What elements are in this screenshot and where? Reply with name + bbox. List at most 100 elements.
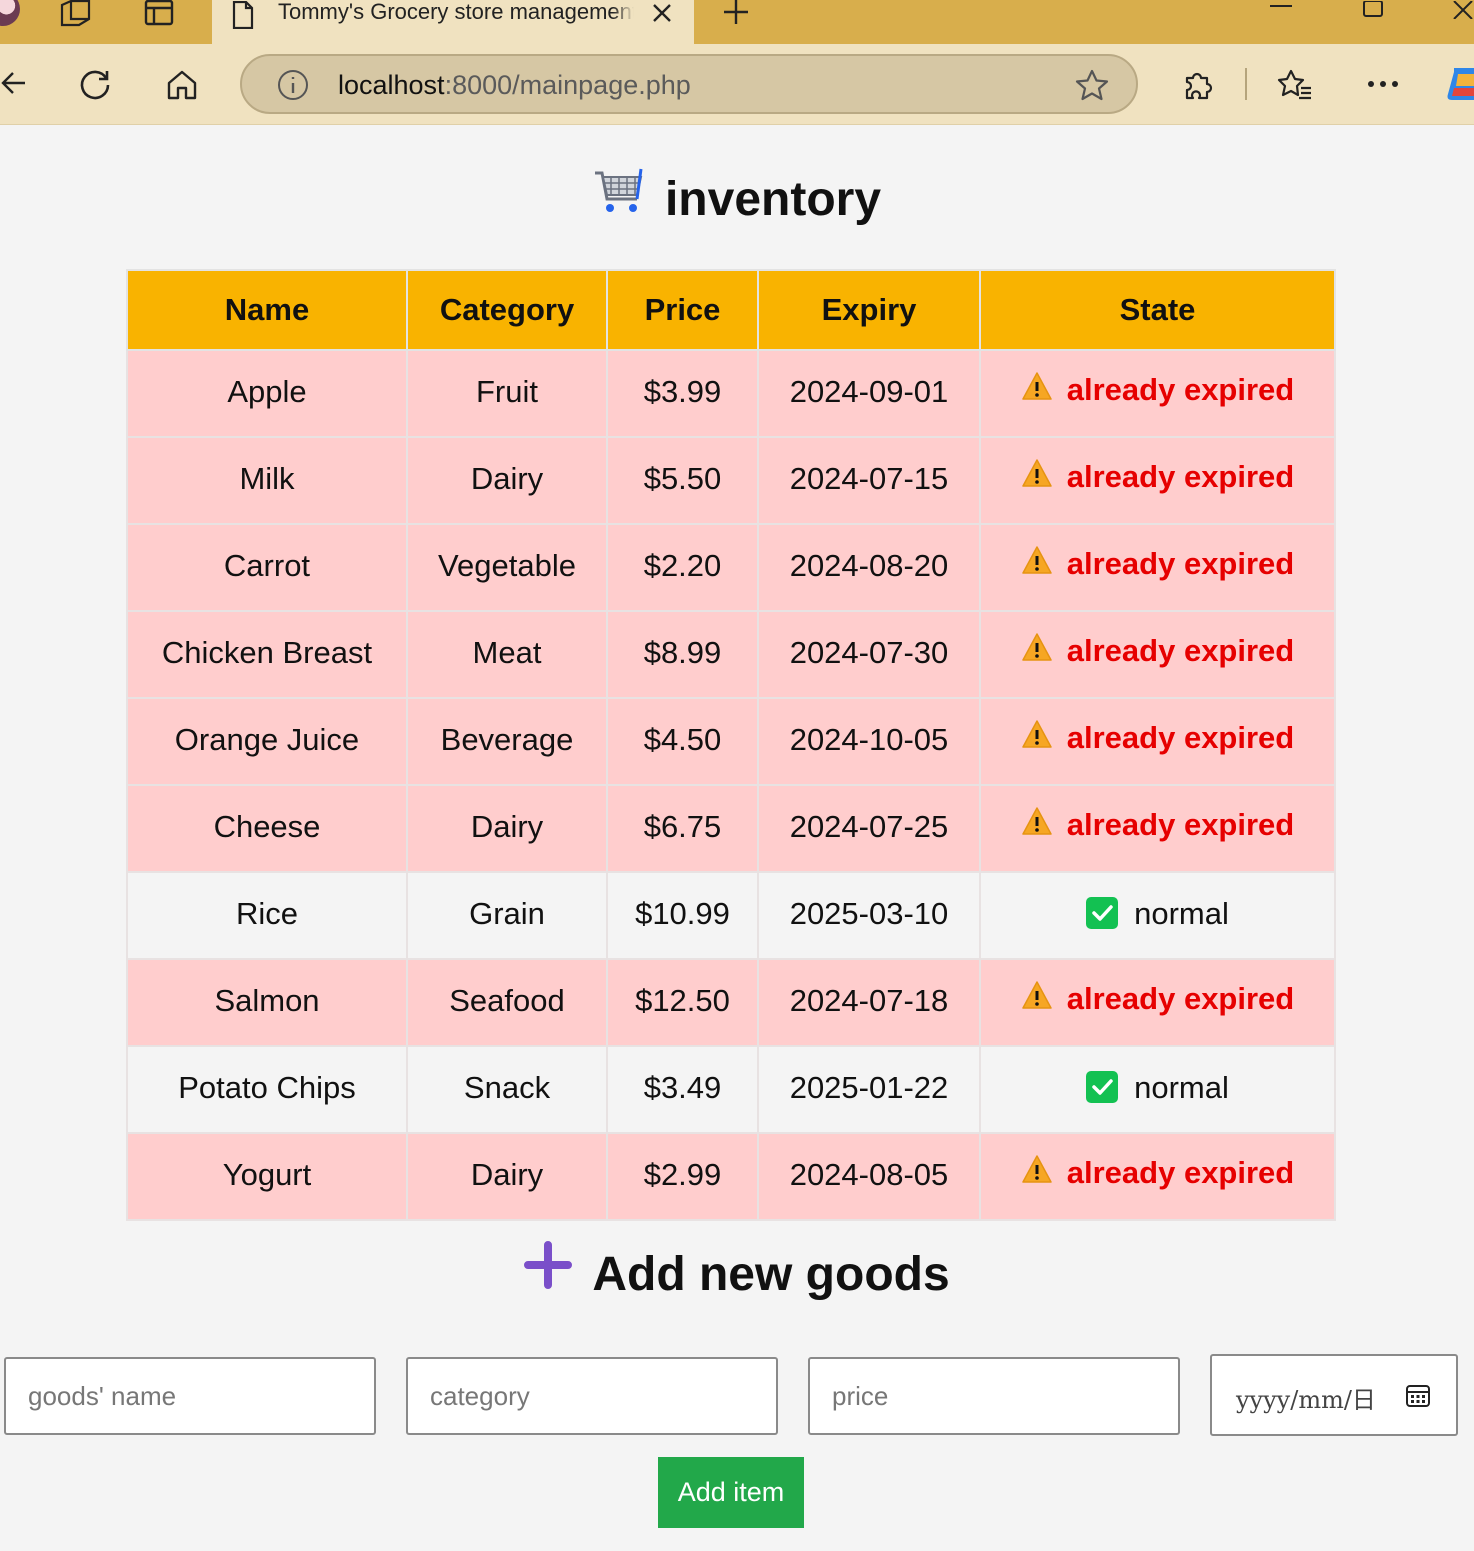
add-goods-title-text: Add new goods bbox=[592, 1248, 950, 1301]
new-tab-icon[interactable] bbox=[720, 0, 752, 26]
cell-category: Fruit bbox=[406, 349, 608, 438]
table-row: Salmon Seafood $12.50 2024-07-18 already exp… bbox=[126, 958, 1336, 1047]
maximize-icon[interactable] bbox=[1360, 0, 1386, 20]
table-row: Orange Juice Beverage $4.50 2024-10-05 alrea… bbox=[126, 697, 1336, 786]
minimize-icon[interactable] bbox=[1268, 0, 1294, 12]
tab-title: Tommy's Grocery store management bbox=[278, 0, 634, 24]
cell-name: Milk bbox=[126, 436, 408, 525]
cell-name: Salmon bbox=[126, 958, 408, 1047]
table-row: Yogurt Dairy $2.99 2024-08-05 already expire… bbox=[126, 1132, 1336, 1221]
cell-price: $3.49 bbox=[606, 1045, 759, 1134]
cell-price: $5.50 bbox=[606, 436, 759, 525]
cell-name: Orange Juice bbox=[126, 697, 408, 786]
workspaces-icon[interactable] bbox=[58, 0, 94, 27]
check-icon bbox=[1086, 897, 1119, 930]
warning-icon bbox=[1021, 458, 1053, 496]
site-info-icon[interactable] bbox=[276, 68, 310, 102]
cell-expiry: 2024-07-15 bbox=[757, 436, 981, 525]
cell-category: Vegetable bbox=[406, 523, 608, 612]
page-title-text: inventory bbox=[664, 173, 882, 226]
vertical-tabs-icon[interactable] bbox=[144, 0, 174, 26]
header-expiry: Expiry bbox=[757, 269, 981, 351]
calendar-icon[interactable] bbox=[1404, 1382, 1432, 1410]
state-label: already expired bbox=[1066, 459, 1295, 495]
warning-icon bbox=[1021, 545, 1053, 583]
cell-name: Chicken Breast bbox=[126, 610, 408, 699]
url-text[interactable]: localhost:8000/mainpage.php bbox=[338, 70, 691, 100]
check-icon bbox=[1086, 1071, 1119, 1104]
header-price: Price bbox=[606, 269, 759, 351]
more-options-icon[interactable] bbox=[1366, 74, 1400, 94]
goods-name-input[interactable] bbox=[4, 1357, 376, 1435]
cell-name: Carrot bbox=[126, 523, 408, 612]
state-label: normal bbox=[1134, 895, 1229, 931]
state-label: already expired bbox=[1066, 633, 1295, 669]
favorites-icon[interactable] bbox=[1276, 67, 1314, 103]
cell-price: $3.99 bbox=[606, 349, 759, 438]
price-input[interactable] bbox=[808, 1357, 1180, 1435]
cell-state: already expired bbox=[979, 436, 1336, 525]
table-header-row: Name Category Price Expiry State bbox=[126, 269, 1336, 351]
page-icon bbox=[230, 0, 256, 30]
copilot-icon[interactable] bbox=[1444, 64, 1474, 104]
inventory-body: Apple Fruit $3.99 2024-09-01 already expired… bbox=[126, 349, 1336, 1221]
cell-name: Yogurt bbox=[126, 1132, 408, 1221]
cell-name: Potato Chips bbox=[126, 1045, 408, 1134]
cell-category: Dairy bbox=[406, 436, 608, 525]
toolbar-divider bbox=[1245, 68, 1247, 100]
cell-state: already expired bbox=[979, 1132, 1336, 1221]
category-input[interactable] bbox=[406, 1357, 778, 1435]
close-tab-icon[interactable] bbox=[650, 0, 674, 26]
cell-price: $2.20 bbox=[606, 523, 759, 612]
cell-state: already expired bbox=[979, 958, 1336, 1047]
url-host: localhost bbox=[338, 70, 445, 100]
cell-category: Meat bbox=[406, 610, 608, 699]
cell-category: Grain bbox=[406, 871, 608, 960]
cell-name: Rice bbox=[126, 871, 408, 960]
cell-price: $2.99 bbox=[606, 1132, 759, 1221]
shopping-cart-icon bbox=[593, 167, 645, 230]
table-row: Milk Dairy $5.50 2024-07-15 already expired bbox=[126, 436, 1336, 525]
add-item-button[interactable]: Add item bbox=[658, 1457, 804, 1528]
table-row: Cheese Dairy $6.75 2024-07-25 already expire… bbox=[126, 784, 1336, 873]
url-path: :8000/mainpage.php bbox=[444, 70, 691, 100]
table-row: Rice Grain $10.99 2025-03-10 normal bbox=[126, 871, 1336, 960]
cell-category: Beverage bbox=[406, 697, 608, 786]
cell-price: $8.99 bbox=[606, 610, 759, 699]
cell-state: already expired bbox=[979, 523, 1336, 612]
cell-expiry: 2024-08-20 bbox=[757, 523, 981, 612]
tab-strip: Tommy's Grocery store management bbox=[0, 0, 1474, 44]
cell-expiry: 2025-01-22 bbox=[757, 1045, 981, 1134]
cell-expiry: 2024-09-01 bbox=[757, 349, 981, 438]
cell-expiry: 2024-07-30 bbox=[757, 610, 981, 699]
warning-icon bbox=[1021, 371, 1053, 409]
active-tab[interactable]: Tommy's Grocery store management bbox=[212, 0, 694, 44]
table-row: Carrot Vegetable $2.20 2024-08-20 already ex… bbox=[126, 523, 1336, 612]
refresh-icon[interactable] bbox=[76, 67, 114, 103]
state-label: already expired bbox=[1066, 546, 1295, 582]
warning-icon bbox=[1021, 632, 1053, 670]
header-state: State bbox=[979, 269, 1336, 351]
state-label: already expired bbox=[1066, 981, 1295, 1017]
cell-state: already expired bbox=[979, 697, 1336, 786]
close-window-icon[interactable] bbox=[1450, 0, 1474, 20]
table-row: Apple Fruit $3.99 2024-09-01 already expired bbox=[126, 349, 1336, 438]
cell-name: Apple bbox=[126, 349, 408, 438]
state-label: already expired bbox=[1066, 720, 1295, 756]
back-icon[interactable] bbox=[0, 68, 28, 98]
address-bar[interactable]: localhost:8000/mainpage.php bbox=[240, 54, 1138, 114]
cell-expiry: 2024-07-25 bbox=[757, 784, 981, 873]
state-label: normal bbox=[1134, 1069, 1229, 1105]
cell-name: Cheese bbox=[126, 784, 408, 873]
cell-price: $10.99 bbox=[606, 871, 759, 960]
profile-avatar-icon[interactable] bbox=[0, 0, 20, 26]
extensions-icon[interactable] bbox=[1180, 67, 1216, 103]
expiry-date-input[interactable]: yyyy/mm/日 bbox=[1210, 1354, 1458, 1436]
cell-state: already expired bbox=[979, 610, 1336, 699]
favorite-star-icon[interactable] bbox=[1074, 68, 1110, 102]
cell-state: normal bbox=[979, 871, 1336, 960]
home-icon[interactable] bbox=[164, 67, 200, 103]
add-goods-title: Add new goods bbox=[0, 1241, 1474, 1309]
cell-expiry: 2024-10-05 bbox=[757, 697, 981, 786]
state-label: already expired bbox=[1066, 1155, 1295, 1191]
